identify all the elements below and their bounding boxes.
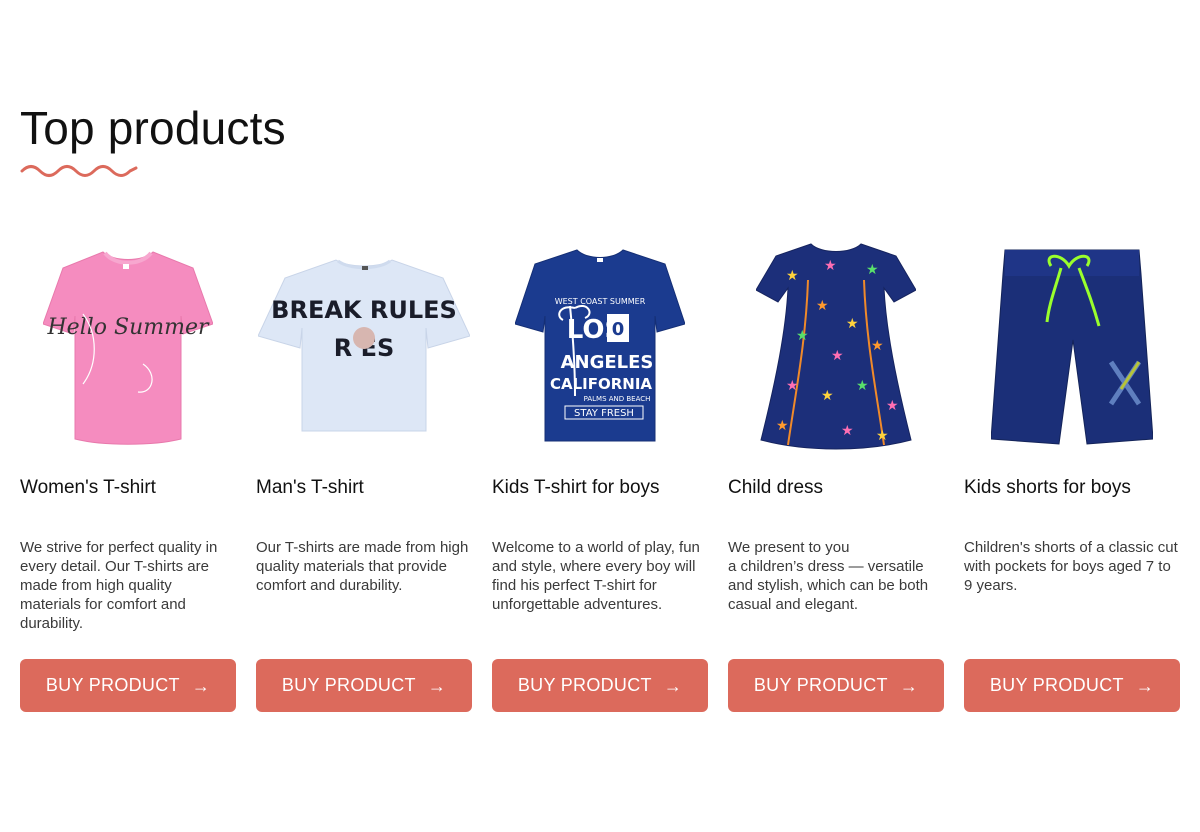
product-image-navy-shorts[interactable] xyxy=(964,236,1180,456)
print-line-6: STAY FRESH xyxy=(574,408,634,419)
top-products-section: Top products Hello Summer Women's T-shir… xyxy=(20,100,1180,712)
svg-text:★: ★ xyxy=(856,378,869,394)
arrow-right-icon: → xyxy=(663,675,683,696)
product-description: Children's shorts of a classic cut with … xyxy=(964,539,1178,594)
svg-text:★: ★ xyxy=(776,418,789,434)
buy-product-button[interactable]: BUY PRODUCT → xyxy=(728,659,944,712)
product-name: Women's T-shirt xyxy=(20,477,156,498)
buy-product-label: BUY PRODUCT xyxy=(989,675,1124,695)
arrow-right-icon: → xyxy=(427,675,447,696)
product-card: WEST COAST SUMMER LOS 0 ANGELES CALIFORN… xyxy=(492,236,708,712)
product-image-white-tshirt[interactable]: BREAK RULES R ES xyxy=(256,236,472,456)
product-description: Welcome to a world of play, fun and styl… xyxy=(492,539,700,613)
product-card: ★ ★ ★ ★ ★ ★ ★ ★ ★ ★ ★ ★ ★ ★ ★ Child dres… xyxy=(728,236,944,712)
product-grid: Hello Summer Women's T-shirt We strive f… xyxy=(20,236,1180,712)
product-name: Kids shorts for boys xyxy=(964,477,1131,498)
buy-product-button[interactable]: BUY PRODUCT → xyxy=(964,659,1180,712)
buy-product-button[interactable]: BUY PRODUCT → xyxy=(492,659,708,712)
buy-product-label: BUY PRODUCT xyxy=(517,675,652,695)
buy-product-label: BUY PRODUCT xyxy=(45,675,180,695)
svg-text:0: 0 xyxy=(612,319,625,340)
svg-text:★: ★ xyxy=(866,262,879,278)
print-line-4: CALIFORNIA xyxy=(550,375,652,393)
product-name: Child dress xyxy=(728,477,824,498)
arrow-right-icon: → xyxy=(899,675,919,696)
svg-text:★: ★ xyxy=(796,328,809,344)
svg-text:★: ★ xyxy=(816,298,829,314)
product-description: We present to you a children’s dress — v… xyxy=(728,539,929,613)
arrow-right-icon: → xyxy=(191,675,211,696)
print-text: Hello Summer xyxy=(46,315,209,340)
buy-product-label: BUY PRODUCT xyxy=(753,675,888,695)
svg-text:★: ★ xyxy=(841,423,854,439)
product-image-pink-tshirt[interactable]: Hello Summer xyxy=(20,236,236,456)
svg-text:★: ★ xyxy=(886,398,899,414)
print-line-1: WEST COAST SUMMER xyxy=(555,297,646,306)
product-name: Man's T-shirt xyxy=(256,477,364,498)
buy-product-label: BUY PRODUCT xyxy=(281,675,416,695)
arrow-right-icon: → xyxy=(1135,675,1155,696)
svg-text:★: ★ xyxy=(876,428,889,444)
product-image-star-dress[interactable]: ★ ★ ★ ★ ★ ★ ★ ★ ★ ★ ★ ★ ★ ★ ★ xyxy=(728,236,944,456)
product-card: Hello Summer Women's T-shirt We strive f… xyxy=(20,236,236,712)
product-name: Kids T-shirt for boys xyxy=(492,477,660,498)
product-card: BREAK RULES R ES Man's T-shirt Our T-shi… xyxy=(256,236,472,712)
svg-text:★: ★ xyxy=(786,268,799,284)
svg-text:★: ★ xyxy=(831,348,844,364)
buy-product-button[interactable]: BUY PRODUCT → xyxy=(20,659,236,712)
svg-text:★: ★ xyxy=(786,378,799,394)
print-text: BREAK RULES xyxy=(271,296,457,324)
section-title: Top products xyxy=(20,102,286,154)
svg-text:★: ★ xyxy=(871,338,884,354)
product-description: Our T-shirts are made from high quality … xyxy=(256,539,469,594)
print-line-5: PALMS AND BEACH xyxy=(584,395,651,403)
svg-text:★: ★ xyxy=(821,388,834,404)
product-image-navy-tshirt[interactable]: WEST COAST SUMMER LOS 0 ANGELES CALIFORN… xyxy=(492,236,708,456)
svg-text:★: ★ xyxy=(824,258,837,274)
buy-product-button[interactable]: BUY PRODUCT → xyxy=(256,659,472,712)
title-underline-squiggle xyxy=(20,165,138,177)
product-card: Kids shorts for boys Children's shorts o… xyxy=(964,236,1180,712)
svg-text:★: ★ xyxy=(846,316,859,332)
product-description: We strive for perfect quality in every d… xyxy=(20,539,218,632)
